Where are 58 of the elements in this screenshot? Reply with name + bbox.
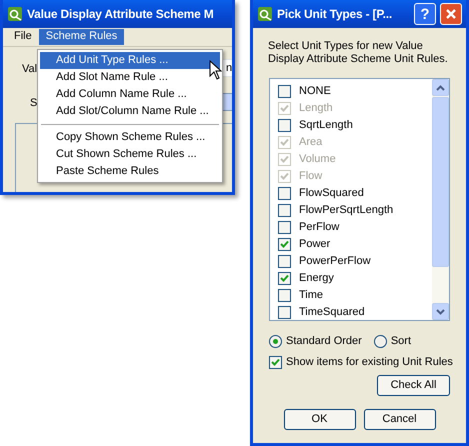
close-button[interactable] xyxy=(440,3,462,25)
list-item[interactable]: FlowPerSqrtLength xyxy=(270,202,432,219)
list-item[interactable]: Power xyxy=(270,236,432,253)
scroll-up-button[interactable] xyxy=(432,79,449,96)
menu-item[interactable]: Add Column Name Rule ... xyxy=(40,86,220,103)
checkbox[interactable] xyxy=(278,204,291,217)
window-title: Value Display Attribute Scheme M xyxy=(27,6,214,22)
list-item[interactable]: SqrtLength xyxy=(270,117,432,134)
list-item[interactable]: Time xyxy=(270,287,432,304)
app-icon xyxy=(257,6,273,22)
checkbox[interactable] xyxy=(278,221,291,234)
menu-item[interactable]: Add Unit Type Rules ... xyxy=(40,52,220,69)
check-icon xyxy=(271,358,280,368)
dot-icon xyxy=(273,339,278,344)
list-item[interactable]: PowerPerFlow xyxy=(270,253,432,270)
window-title: Pick Unit Types - [P... xyxy=(277,6,393,22)
scroll-thumb[interactable] xyxy=(432,97,449,267)
menu-item[interactable]: File xyxy=(7,29,39,45)
list-item[interactable]: TimeSquared xyxy=(270,304,432,320)
app-icon xyxy=(7,6,23,22)
menu-item[interactable]: Scheme Rules xyxy=(38,29,124,45)
checkbox[interactable] xyxy=(278,238,291,251)
checkbox-label: Show items for existing Unit Rules xyxy=(286,356,453,370)
scrollbar[interactable] xyxy=(432,79,449,320)
radio-button[interactable] xyxy=(269,335,282,348)
close-icon xyxy=(446,9,456,19)
checkbox[interactable] xyxy=(278,289,291,302)
list-item[interactable]: NONE xyxy=(270,83,432,100)
list-item[interactable]: Energy xyxy=(270,270,432,287)
checkbox[interactable] xyxy=(278,187,291,200)
field-label: Val xyxy=(22,63,38,76)
check-all-button[interactable]: Check All xyxy=(377,375,450,396)
radio-label: Sort xyxy=(390,335,412,348)
list-item[interactable]: FlowSquared xyxy=(270,185,432,202)
chevron-up-icon xyxy=(436,84,445,90)
instruction-text: Select Unit Types for new Value Display Attribute Scheme Unit Rules. xyxy=(268,40,449,66)
check-icon xyxy=(280,240,289,249)
radio-label: Standard Order xyxy=(286,335,362,348)
help-button[interactable]: ? xyxy=(414,3,436,25)
menu-item[interactable]: Paste Scheme Rules xyxy=(40,163,220,180)
checkbox[interactable] xyxy=(278,255,291,268)
checkbox[interactable] xyxy=(278,119,291,132)
ok-button[interactable]: OK xyxy=(284,409,356,430)
check-icon xyxy=(280,104,289,113)
chevron-down-icon xyxy=(436,308,445,314)
field-label: S xyxy=(30,97,38,110)
check-icon xyxy=(280,274,289,283)
checkbox[interactable] xyxy=(269,356,282,370)
scroll-down-button[interactable] xyxy=(432,303,449,320)
menu-item[interactable]: Add Slot/Column Name Rule ... xyxy=(40,103,220,120)
cancel-button[interactable]: Cancel xyxy=(364,409,436,430)
radio-button[interactable] xyxy=(374,335,387,348)
list-item[interactable]: PerFlow xyxy=(270,219,432,236)
menu-item[interactable]: Cut Shown Scheme Rules ... xyxy=(40,146,220,163)
checkbox[interactable] xyxy=(278,85,291,98)
checkbox[interactable] xyxy=(278,272,291,285)
checkbox[interactable] xyxy=(278,306,291,319)
menu-item[interactable]: Copy Shown Scheme Rules ... xyxy=(40,129,220,146)
